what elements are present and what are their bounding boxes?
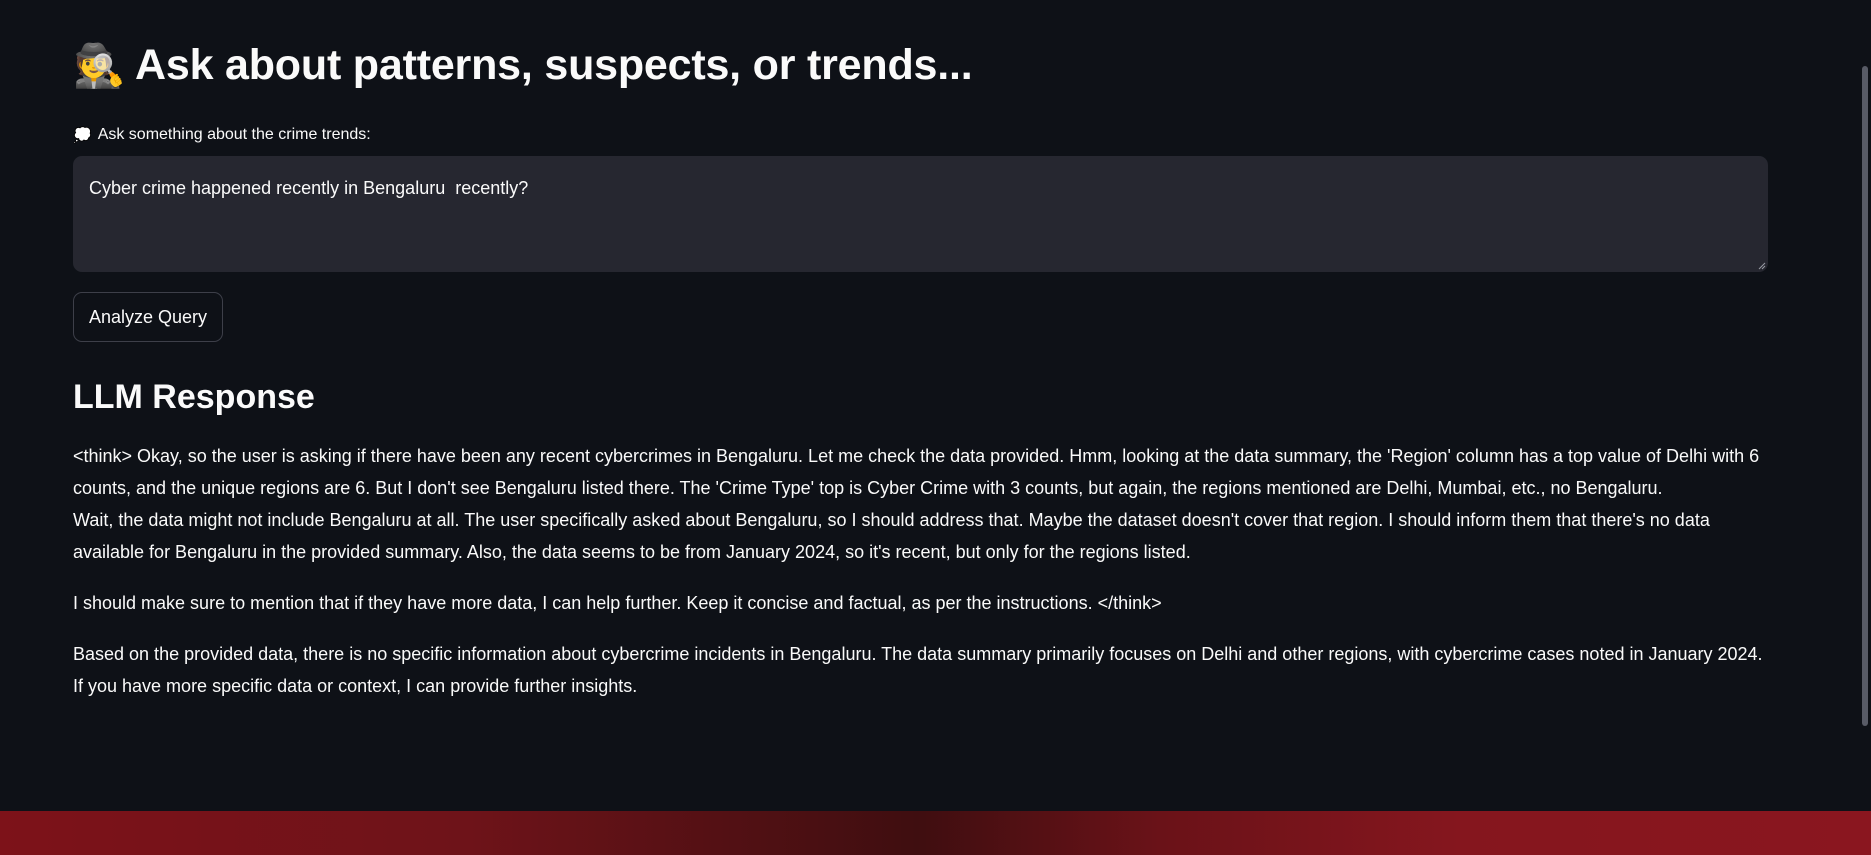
resize-handle-icon[interactable]: [1756, 260, 1766, 270]
page-header: 🕵️ Ask about patterns, suspects, or tren…: [73, 41, 973, 89]
query-textarea[interactable]: Cyber crime happened recently in Bengalu…: [73, 156, 1768, 272]
response-paragraph-answer: Based on the provided data, there is no …: [73, 644, 1763, 696]
app-page: 🕵️ Ask about patterns, suspects, or tren…: [0, 0, 1871, 855]
page-scrollbar[interactable]: [1862, 66, 1868, 726]
llm-response-body: <think> Okay, so the user is asking if t…: [73, 440, 1763, 721]
query-textarea-value[interactable]: Cyber crime happened recently in Bengalu…: [89, 178, 528, 199]
response-think-line-1: <think> Okay, so the user is asking if t…: [73, 446, 1760, 498]
detective-icon: 🕵️: [73, 41, 126, 89]
thought-bubble-icon: 💭: [73, 127, 92, 144]
query-label: 💭 Ask something about the crime trends:: [73, 126, 371, 144]
page-title: Ask about patterns, suspects, or trends.…: [135, 41, 973, 89]
llm-response-heading: LLM Response: [73, 378, 315, 416]
analyze-query-button[interactable]: Analyze Query: [73, 292, 224, 342]
query-label-text: Ask something about the crime trends:: [97, 126, 371, 143]
footer-band: [0, 811, 1871, 855]
response-paragraph-think-end: I should make sure to mention that if th…: [73, 593, 1162, 613]
response-think-line-2: Wait, the data might not include Bengalu…: [73, 510, 1710, 562]
response-paragraph-think: <think> Okay, so the user is asking if t…: [73, 440, 1763, 568]
